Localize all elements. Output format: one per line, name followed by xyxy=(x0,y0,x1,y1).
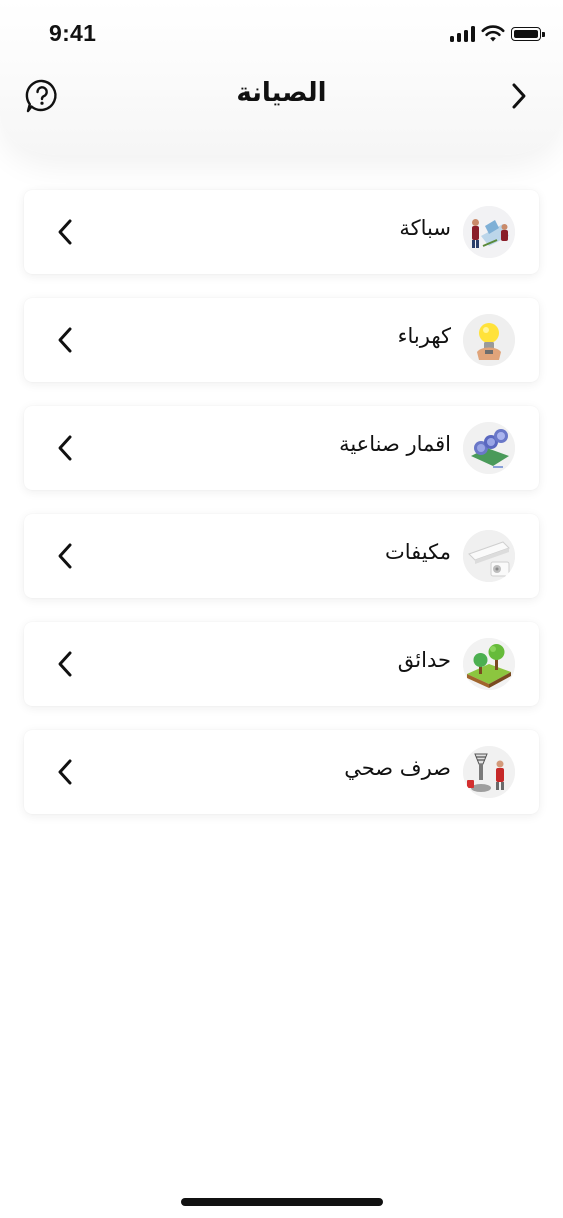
satellite-dish-icon xyxy=(463,422,515,474)
status-icons xyxy=(449,25,545,43)
chevron-left-icon xyxy=(58,219,72,245)
status-bar: 9:41 xyxy=(0,0,563,70)
chevron-left-icon xyxy=(58,759,72,785)
page-title: الصيانة xyxy=(236,78,327,108)
status-time: 9:41 xyxy=(49,20,97,46)
service-label: كهرباء xyxy=(397,324,451,348)
navigation-bar: الصيانة xyxy=(0,70,563,126)
service-label: حدائق xyxy=(397,648,451,672)
service-item-gardens[interactable]: حدائق xyxy=(24,622,539,706)
service-label: صرف صحي xyxy=(344,756,451,780)
service-item-air-conditioners[interactable]: مكيفات xyxy=(24,514,539,598)
wifi-icon xyxy=(481,25,505,42)
chevron-left-icon xyxy=(58,327,72,353)
service-item-plumbing[interactable]: سباكة xyxy=(24,190,539,274)
service-label: مكيفات xyxy=(385,540,451,564)
air-conditioner-icon xyxy=(463,530,515,582)
service-item-sewage[interactable]: صرف صحي xyxy=(24,730,539,814)
services-list: سباكة كهرباء اقمار صناعية مكيفات حدائق ص… xyxy=(24,190,539,838)
back-button[interactable] xyxy=(507,80,531,112)
battery-icon xyxy=(511,27,545,41)
home-indicator xyxy=(181,1198,383,1206)
chevron-left-icon xyxy=(58,435,72,461)
cellular-signal-icon xyxy=(449,26,475,42)
chevron-left-icon xyxy=(58,543,72,569)
chevron-right-icon xyxy=(512,83,526,109)
electricity-bulb-icon xyxy=(463,314,515,366)
service-label: سباكة xyxy=(399,216,451,240)
service-label: اقمار صناعية xyxy=(339,432,451,456)
chevron-left-icon xyxy=(58,651,72,677)
plumbing-icon xyxy=(463,206,515,258)
sewage-drain-icon xyxy=(463,746,515,798)
service-item-electricity[interactable]: كهرباء xyxy=(24,298,539,382)
service-item-satellite[interactable]: اقمار صناعية xyxy=(24,406,539,490)
garden-tree-icon xyxy=(463,638,515,690)
